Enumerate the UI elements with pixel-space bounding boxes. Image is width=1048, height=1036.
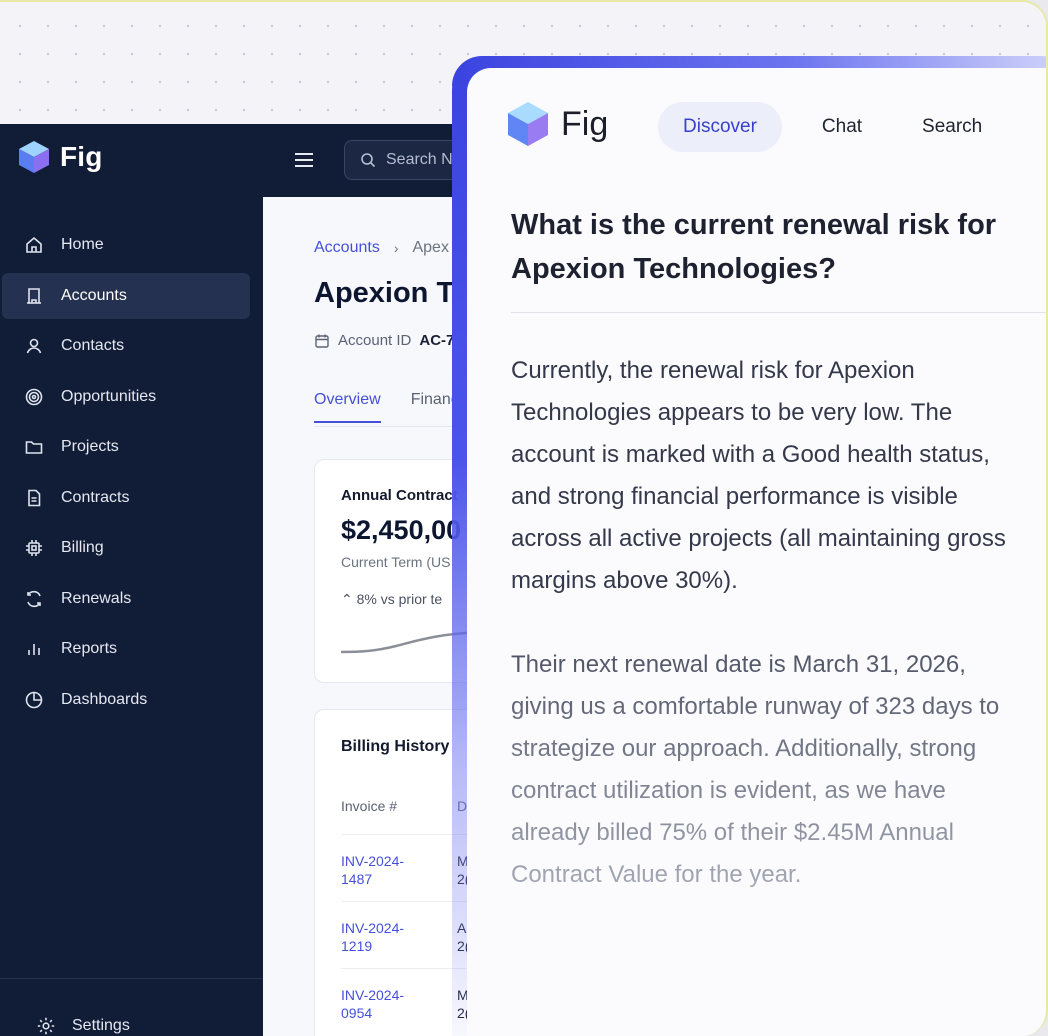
billing-history-title: Billing History bbox=[341, 738, 450, 755]
sidebar-item-label: Dashboards bbox=[61, 690, 148, 708]
invoice-id-line2: 0954 bbox=[341, 1005, 373, 1021]
invoice-link[interactable]: INV-2024- 1219 bbox=[341, 919, 431, 955]
invoice-id-line2: 1219 bbox=[341, 938, 373, 954]
account-id-label: Account ID bbox=[338, 332, 412, 349]
settings-label: Settings bbox=[72, 1017, 130, 1034]
sidebar: Fig Home Accounts Contacts Opportunities… bbox=[0, 124, 263, 1036]
tab-chat[interactable]: Chat bbox=[797, 102, 887, 152]
account-tabs: Overview Financ bbox=[314, 391, 459, 423]
cube-logo-icon bbox=[19, 141, 49, 173]
tab-overview[interactable]: Overview bbox=[314, 391, 381, 423]
sidebar-item-label: Home bbox=[61, 236, 104, 253]
hamburger-menu-icon[interactable] bbox=[292, 148, 316, 172]
sidebar-item-projects[interactable]: Projects bbox=[2, 424, 250, 470]
sidebar-item-accounts[interactable]: Accounts bbox=[2, 272, 250, 319]
invoice-id-line2: 1487 bbox=[341, 871, 373, 887]
answer-paragraph-2: Their next renewal date is March 31, 202… bbox=[511, 644, 1011, 896]
pie-chart-icon bbox=[25, 691, 43, 708]
invoice-id-line1: INV-2024- bbox=[341, 987, 405, 1003]
annual-contract-label: Annual Contract bbox=[341, 487, 458, 504]
bar-chart-icon bbox=[28, 644, 40, 655]
sidebar-item-home[interactable]: Home bbox=[2, 222, 250, 268]
sidebar-item-dashboards[interactable]: Dashboards bbox=[2, 677, 250, 723]
assistant-answer: Currently, the renewal risk for Apexion … bbox=[511, 350, 1011, 938]
breadcrumb-accounts-link[interactable]: Accounts bbox=[314, 239, 380, 257]
sidebar-item-contacts[interactable]: Contacts bbox=[2, 323, 250, 369]
screenshot-frame: Fig Home Accounts Contacts Opportunities… bbox=[0, 0, 1048, 1036]
chip-icon bbox=[26, 540, 42, 556]
breadcrumb-current: Apex bbox=[412, 239, 449, 256]
sidebar-item-label: Opportunities bbox=[61, 387, 157, 405]
assistant-question: What is the current renewal risk for Ape… bbox=[511, 209, 997, 285]
sidebar-item-label: Reports bbox=[61, 640, 118, 657]
user-icon bbox=[26, 338, 42, 354]
account-id-value: AC-7 bbox=[419, 332, 455, 349]
sidebar-logo[interactable]: Fig bbox=[18, 140, 103, 174]
tab-discover[interactable]: Discover bbox=[658, 102, 782, 152]
question-divider bbox=[511, 312, 1046, 313]
annual-contract-change: ⌃ 8% vs prior te bbox=[341, 591, 443, 607]
brand-name: Fig bbox=[561, 104, 609, 143]
cube-logo-icon bbox=[508, 102, 548, 146]
search-placeholder: Search N bbox=[386, 151, 453, 168]
assistant-tabs: Discover Chat Search bbox=[658, 102, 1007, 152]
account-id: Account ID AC-7 bbox=[314, 332, 454, 349]
sidebar-item-label: Projects bbox=[61, 438, 119, 455]
sidebar-item-label: Billing bbox=[61, 539, 104, 556]
invoice-link[interactable]: INV-2024- 0954 bbox=[341, 986, 431, 1022]
invoice-link[interactable]: INV-2024- 1487 bbox=[341, 852, 431, 888]
invoice-id-line1: INV-2024- bbox=[341, 920, 405, 936]
sidebar-item-reports[interactable]: Reports bbox=[2, 626, 250, 672]
search-icon bbox=[361, 153, 376, 168]
page-title: Apexion Te bbox=[314, 277, 469, 309]
sidebar-nav: Home Accounts Contacts Opportunities Pro… bbox=[0, 222, 263, 727]
assistant-logo[interactable]: Fig bbox=[507, 101, 608, 147]
sidebar-item-opportunities[interactable]: Opportunities bbox=[2, 374, 250, 420]
breadcrumb: Accounts › Apex bbox=[314, 239, 449, 257]
document-icon bbox=[28, 489, 41, 506]
tab-search[interactable]: Search bbox=[897, 102, 1007, 152]
building-icon bbox=[27, 287, 41, 304]
annual-contract-value: $2,450,00 bbox=[341, 515, 462, 545]
brand-name: Fig bbox=[60, 141, 103, 172]
folder-icon bbox=[25, 441, 43, 454]
home-icon bbox=[26, 236, 42, 253]
sidebar-item-label: Contacts bbox=[61, 337, 125, 354]
sidebar-item-billing[interactable]: Billing bbox=[2, 525, 250, 571]
calendar-icon bbox=[315, 334, 329, 348]
sidebar-item-renewals[interactable]: Renewals bbox=[2, 576, 250, 622]
assistant-panel: Fig Discover Chat Search What is the cur… bbox=[467, 68, 1046, 1036]
target-icon bbox=[25, 388, 43, 405]
annual-contract-subtitle: Current Term (US bbox=[341, 554, 451, 570]
sidebar-item-label: Accounts bbox=[61, 286, 127, 304]
sidebar-item-settings[interactable]: Settings bbox=[36, 1016, 130, 1036]
breadcrumb-separator: › bbox=[393, 240, 399, 256]
gear-icon bbox=[37, 1017, 55, 1035]
refresh-icon bbox=[27, 590, 41, 607]
answer-paragraph-1: Currently, the renewal risk for Apexion … bbox=[511, 357, 1006, 594]
column-header-invoice: Invoice # bbox=[341, 798, 398, 814]
sidebar-item-contracts[interactable]: Contracts bbox=[2, 475, 250, 521]
sidebar-divider bbox=[0, 978, 263, 979]
sidebar-item-label: Contracts bbox=[61, 488, 130, 506]
sidebar-item-label: Renewals bbox=[61, 589, 132, 607]
invoice-id-line1: INV-2024- bbox=[341, 853, 405, 869]
